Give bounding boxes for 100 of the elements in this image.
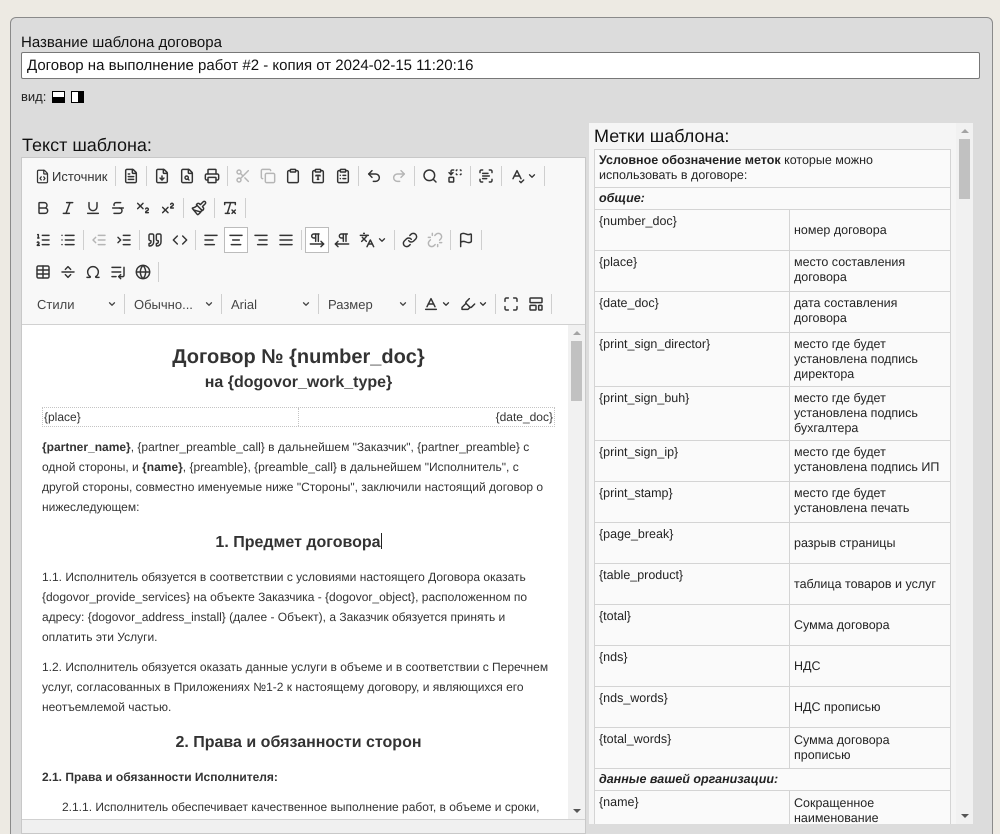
tag-cell: {print_stamp} — [595, 482, 790, 522]
description-cell-text: Сумма договора прописью — [793, 732, 891, 764]
caret-icon — [301, 299, 311, 309]
document-subtitle: на {dogovor_work_type} — [204, 373, 394, 393]
redo-icon — [390, 168, 406, 184]
flag-icon — [458, 232, 474, 248]
panel-title: Метки шаблона: — [594, 125, 730, 147]
pilcrow-left-icon — [334, 232, 350, 248]
view-label: вид: — [21, 89, 46, 104]
maximize-icon — [503, 296, 519, 312]
pilcrow-right-button[interactable] — [305, 227, 329, 253]
subsection-heading: 2.1. Права и обязанности Исполнителя: — [42, 769, 279, 786]
caret-icon — [441, 299, 451, 309]
layout-bottom-icon — [52, 90, 66, 102]
editor-content[interactable] — [22, 325, 585, 819]
tag-cell: {total_words} — [595, 728, 790, 768]
description-cell-text: номер договора — [793, 222, 888, 239]
table-cell-text: {place} — [43, 409, 82, 426]
horizontal-rule-icon — [60, 264, 76, 280]
link-icon — [402, 232, 418, 248]
section-title: Текст шаблона: — [22, 135, 153, 155]
align-center-button[interactable] — [224, 227, 248, 253]
tag-cell: {print_sign_ip} — [595, 441, 790, 481]
description-cell-text: таблица товаров и услуг — [793, 576, 937, 593]
clipboard-text-icon — [310, 168, 326, 184]
description-cell-text: место где будет установлена подпись ИП — [793, 444, 940, 476]
replace-icon — [446, 168, 462, 184]
description-cell-text: дата составления договора — [793, 295, 898, 327]
layout-bottom-button[interactable] — [52, 90, 66, 102]
caret-icon — [478, 299, 488, 309]
paragraph: 2.1.1. Исполнитель обеспечивает качественное выполнение работ, в объеме и сроки, — [61, 799, 540, 816]
tag-cell: {print_sign_buh} — [595, 387, 790, 440]
tag-cell: {table_product} — [595, 564, 790, 604]
clipboard-icon — [284, 168, 300, 184]
template-name-field[interactable]: Договор на выполнение работ #2 - копия от 2024-02-15 11:20:16 — [21, 52, 980, 79]
source-button[interactable]: Источник — [31, 163, 112, 189]
description-cell-text: место где будет установлена печать — [793, 485, 910, 517]
list-end-icon — [110, 264, 126, 280]
table-cell: {date_doc} — [298, 408, 554, 426]
file-code-icon — [35, 168, 50, 184]
layout-blocks-icon — [528, 296, 544, 312]
align-left-icon — [203, 232, 219, 248]
italic-icon — [60, 200, 76, 216]
tag-cell: {nds_words} — [595, 687, 790, 727]
section-heading: 2. Права и обязанности сторон — [175, 734, 422, 751]
tag-cell: {date_doc} — [595, 292, 790, 332]
omega-icon — [85, 264, 101, 280]
file-search-icon — [178, 168, 194, 184]
dropdown[interactable]: Размер — [322, 292, 412, 316]
tag-cell: {page_break} — [595, 523, 790, 563]
underline-icon — [85, 200, 101, 216]
description-cell-text: НДС прописью — [793, 698, 882, 716]
section-label: общие: — [598, 190, 646, 207]
align-justify-icon — [278, 232, 294, 248]
paragraph: 1.2. Исполнитель обязуется оказать данные услуги в объеме и в соответствии с Перечнем услуг, согласованных в Приложениях №1-2 к настоящему договору, и являющихся его неотъемлемой частью. — [42, 659, 550, 716]
description-cell-text: разрыв страницы — [793, 534, 896, 552]
paragraph: 1.1. Исполнитель обязуется в соответствии с условиями настоящего Договора оказать {dogovor_provide_services} на объекте Заказчика - {dogovor_object}, расположенном по адресу: {dogovor_address_install} (далее - Объект), а Заказчик обязуется принять и оплатить эти Услуги. — [42, 569, 528, 646]
text-color-icon — [423, 296, 439, 312]
tag-cell: {total} — [595, 605, 790, 645]
dropdown[interactable]: Стили — [31, 292, 121, 316]
tag-cell: {place} — [595, 251, 790, 291]
globe-icon — [135, 264, 151, 280]
tag-cell: {print_sign_director} — [595, 333, 790, 386]
search-icon — [422, 168, 438, 184]
pilcrow-right-icon — [309, 232, 325, 248]
undo-icon — [366, 168, 382, 184]
printer-icon — [204, 168, 220, 184]
copy-icon — [260, 168, 276, 184]
caret-icon — [377, 235, 387, 245]
align-center-icon — [228, 232, 244, 248]
section-label: данные вашей организации: — [598, 771, 780, 788]
document-title: Договор № {number_doc} — [171, 345, 426, 370]
description-cell-text: НДС — [793, 658, 822, 674]
languages-icon — [359, 232, 375, 248]
dropdown[interactable]: Arial — [225, 292, 315, 316]
layout-side-icon — [71, 90, 84, 102]
indent-icon — [116, 232, 132, 248]
align-right-icon — [253, 232, 269, 248]
outdent-icon — [91, 232, 107, 248]
tags-intro: Условное обозначение меток которые можно использовать в договоре: — [598, 152, 874, 184]
highlighter-icon — [460, 296, 476, 312]
tag-cell: {name} — [595, 791, 790, 824]
file-text-icon — [122, 168, 138, 184]
section-heading: 1. Предмет договора — [215, 534, 381, 551]
remove-format-icon — [222, 200, 238, 216]
field-label: Название шаблона договора — [21, 34, 223, 51]
description-cell-text: Сокращенное наименование — [793, 795, 880, 824]
clipboard-list-icon — [334, 168, 350, 184]
subscript-icon — [135, 200, 151, 216]
caret-icon — [204, 299, 214, 309]
caret-icon — [526, 171, 536, 181]
select-text-icon — [478, 168, 494, 184]
scrollbar[interactable] — [568, 325, 585, 819]
unlink-icon — [427, 232, 443, 248]
layout-side-button[interactable] — [71, 90, 84, 102]
quote-icon — [147, 232, 163, 248]
description-cell-text: Сумма договора — [793, 616, 891, 634]
scrollbar[interactable] — [956, 123, 973, 824]
description-cell-text: место где будет установлена подпись бухгалтера — [793, 390, 919, 437]
dropdown[interactable]: Обычно... — [128, 292, 218, 316]
